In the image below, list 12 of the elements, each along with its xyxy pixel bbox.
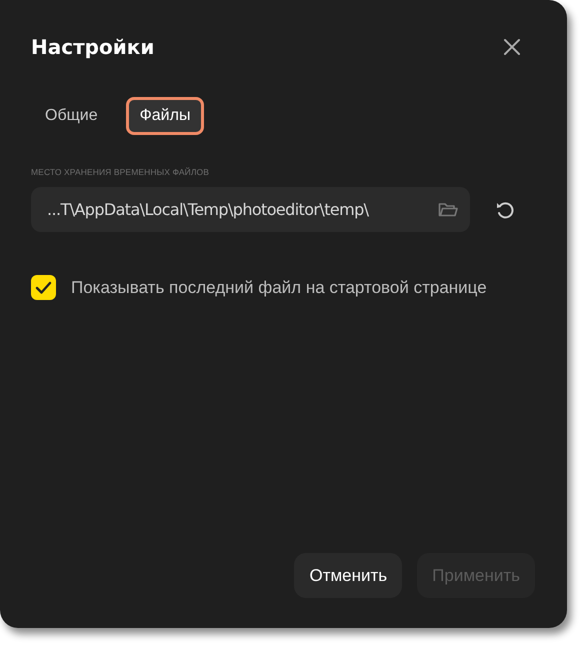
dialog-title: Настройки	[31, 35, 154, 59]
reset-icon[interactable]	[495, 200, 515, 220]
tab[interactable]: Общие	[31, 97, 112, 135]
cancel-button[interactable]: Отменить	[294, 553, 402, 598]
checkbox-label: Показывать последний файл на стартовой странице	[71, 278, 487, 298]
checkbox[interactable]	[31, 275, 56, 300]
field-label: МЕСТО ХРАНЕНИЯ ВРЕМЕННЫХ ФАЙЛОВ	[31, 167, 210, 177]
folder-icon[interactable]	[438, 202, 458, 218]
folder-path-field[interactable]: ...T\AppData\Local\Temp\photoeditor\temp\	[31, 187, 470, 232]
close-icon[interactable]	[503, 38, 521, 56]
check-icon	[35, 280, 52, 294]
tab[interactable]: Файлы	[126, 97, 204, 135]
